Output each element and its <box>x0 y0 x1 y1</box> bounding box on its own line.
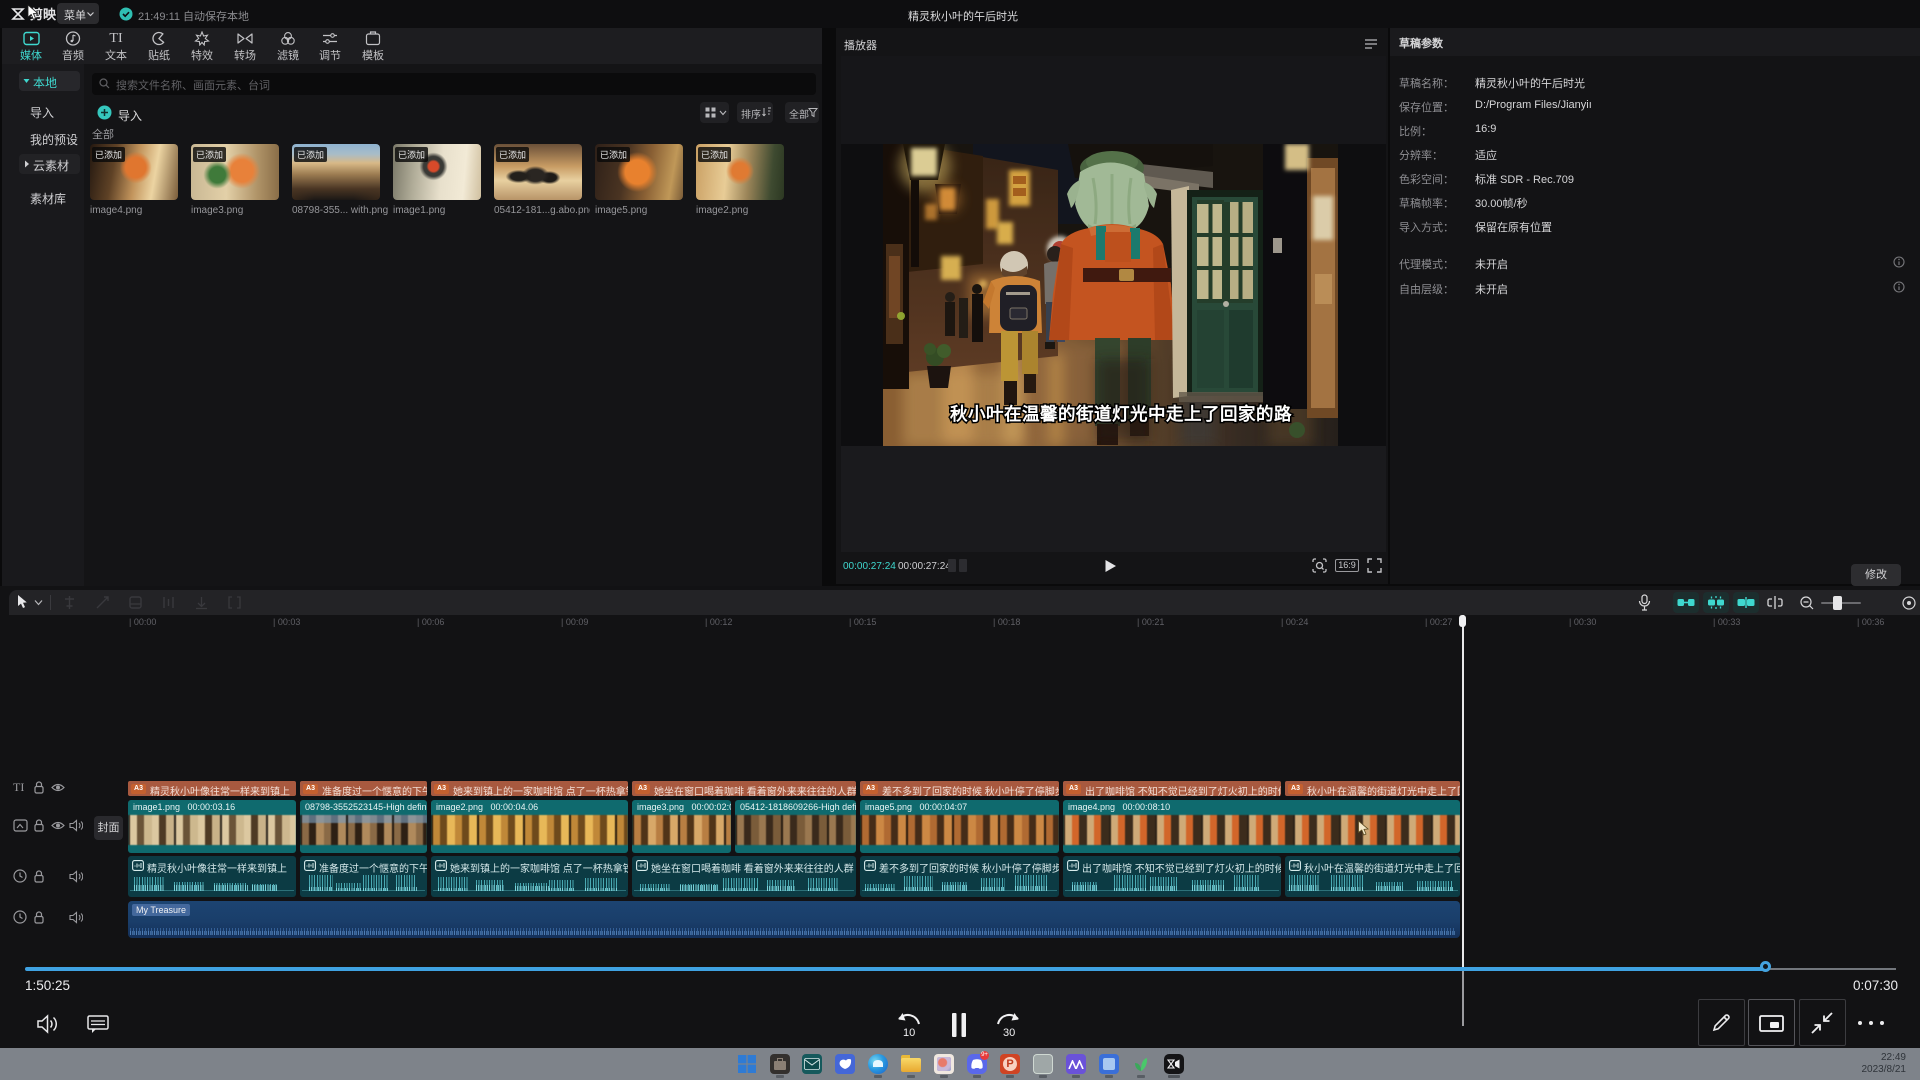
svg-text:秋小叶在温馨的街道灯光中走上了回家的路: 秋小叶在温馨的街道灯光中走上了回家的路 <box>950 404 1292 424</box>
svg-text:10: 10 <box>903 1027 915 1039</box>
svg-text:30: 30 <box>1003 1027 1015 1039</box>
